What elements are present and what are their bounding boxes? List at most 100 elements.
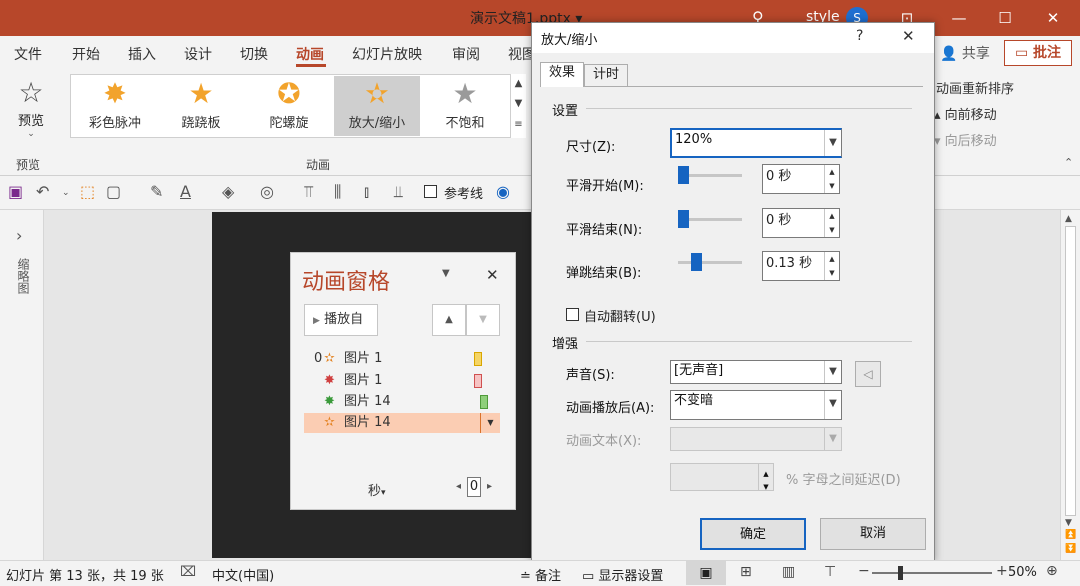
slide-info[interactable]: 幻灯片 第 13 张，共 19 张 (6, 565, 164, 584)
bounce-end-slider-track[interactable] (678, 261, 742, 264)
move-up-button[interactable]: ▲ (432, 304, 466, 336)
maximize-icon[interactable]: ☐ (982, 0, 1028, 36)
help-icon[interactable]: ? (856, 28, 863, 44)
accessibility-icon[interactable]: ⌧ (180, 564, 196, 580)
close-window-icon[interactable]: ✕ (1030, 0, 1076, 36)
shapes-icon[interactable]: ▢ (106, 182, 121, 201)
zoom-slider-thumb[interactable] (898, 566, 903, 580)
display-settings-button[interactable]: ▭ 显示器设置 (582, 565, 663, 584)
timeline-next-icon[interactable]: ▸ (487, 481, 492, 492)
save-icon[interactable]: ▣ (8, 182, 23, 201)
tab-effect[interactable]: 效果 (540, 62, 585, 87)
fill-color-icon[interactable]: ◈ (222, 182, 234, 201)
gallery-more-icon[interactable]: ≡ (511, 114, 526, 136)
sound-combo[interactable]: [无声音] ▼ (670, 360, 842, 384)
tab-transitions[interactable]: 切换 (240, 44, 268, 64)
preview-button[interactable]: ☆ 预览 ⌄ (8, 76, 54, 148)
gallery-item-teeter[interactable]: ★ 跷跷板 (158, 76, 244, 136)
language-label[interactable]: 中文(中国) (212, 565, 274, 584)
collapse-ribbon-icon[interactable]: ⌃ (1064, 156, 1073, 169)
smooth-start-slider-thumb[interactable] (678, 166, 689, 184)
tab-home[interactable]: 开始 (72, 44, 100, 64)
slideshow-icon[interactable]: ⊤ (824, 564, 836, 580)
tab-insert[interactable]: 插入 (128, 44, 156, 64)
ok-button[interactable]: 确定 (700, 518, 806, 550)
item-dropdown-icon[interactable]: ▼ (480, 413, 500, 433)
gallery-item-desaturate[interactable]: ★ 不饱和 (422, 76, 508, 136)
speaker-icon[interactable]: ◁ (855, 361, 881, 387)
spin-down-icon[interactable]: ▼ (824, 179, 839, 193)
move-earlier-button[interactable]: ▴ 向前移动 (934, 104, 997, 123)
animation-item[interactable]: ✸ 图片 14 (304, 392, 500, 412)
tab-timing[interactable]: 计时 (584, 64, 629, 86)
chevron-down-icon[interactable]: ▼ (824, 391, 841, 419)
zoom-out-icon[interactable]: − (858, 563, 870, 579)
tab-review[interactable]: 审阅 (452, 44, 480, 64)
gallery-up-icon[interactable]: ▲ (511, 74, 526, 94)
spin-down-icon[interactable]: ▼ (758, 477, 773, 491)
slide-sorter-icon[interactable]: ⊞ (740, 564, 752, 580)
scroll-thumb[interactable] (1065, 226, 1076, 516)
letter-delay-spinner[interactable]: ▲ ▼ (670, 463, 774, 491)
play-from-button[interactable]: ▶ 播放自 (304, 304, 378, 336)
after-animation-combo[interactable]: 不变暗 ▼ (670, 390, 842, 420)
select-icon[interactable]: ⬚ (80, 182, 95, 201)
move-down-button[interactable]: ▼ (466, 304, 500, 336)
smooth-end-slider-thumb[interactable] (678, 210, 689, 228)
gallery-item-color-pulse[interactable]: ✸ 彩色脉冲 (72, 76, 158, 136)
cancel-button[interactable]: 取消 (820, 518, 926, 550)
fit-slide-icon[interactable]: ⊕ (1046, 563, 1058, 579)
animate-text-combo[interactable]: ▼ (670, 427, 842, 451)
chevron-down-icon[interactable]: ▼ (824, 130, 841, 156)
normal-view-icon[interactable]: ▣ (686, 561, 726, 585)
zoom-level[interactable]: 50% (1008, 565, 1037, 580)
scroll-up-icon[interactable]: ▲ (1065, 214, 1072, 224)
zoom-in-icon[interactable]: + (996, 563, 1008, 579)
animation-item[interactable]: ✸ 图片 1 (304, 371, 500, 391)
vertical-scrollbar[interactable]: ▲ ▼ ⏫ ⏬ (1060, 210, 1080, 560)
spin-up-icon[interactable]: ▲ (824, 252, 839, 266)
tab-animations[interactable]: 动画 (296, 44, 324, 64)
font-color-icon[interactable]: A (180, 182, 191, 201)
close-icon[interactable]: ✕ (902, 27, 915, 45)
size-combo[interactable]: 120% ▼ (670, 128, 842, 158)
scroll-down-icon[interactable]: ▼ (1065, 518, 1072, 528)
comment-button[interactable]: ▭ 批注 (1004, 40, 1072, 66)
undo-icon[interactable]: ↶ (36, 182, 49, 201)
tab-file[interactable]: 文件 (14, 44, 42, 64)
zoom-slider-track[interactable] (872, 572, 992, 574)
reading-view-icon[interactable]: ▥ (782, 564, 795, 580)
next-slide-icon[interactable]: ⏬ (1065, 544, 1076, 554)
spin-down-icon[interactable]: ▼ (824, 223, 839, 237)
gallery-down-icon[interactable]: ▼ (511, 94, 526, 114)
pane-options-icon[interactable]: ▼ (442, 268, 450, 279)
chevron-down-icon[interactable]: ▼ (824, 428, 841, 450)
smooth-start-spinner[interactable]: 0 秒 ▲ ▼ (762, 164, 840, 194)
spin-up-icon[interactable]: ▲ (824, 209, 839, 223)
align-top-icon[interactable]: ⫪ (304, 182, 313, 202)
gallery-item-grow-shrink[interactable]: ✫ 放大/缩小 (334, 76, 420, 136)
expand-thumbnails-button[interactable]: › (16, 226, 22, 245)
seconds-menu[interactable]: 秒▾ (368, 480, 386, 499)
thumbnail-pane-label[interactable]: 缩略图 (12, 258, 32, 294)
share-button[interactable]: 👤 共享 (940, 42, 996, 66)
move-later-button[interactable]: ▾ 向后移动 (934, 130, 997, 149)
reference-line-checkbox[interactable] (424, 185, 437, 198)
tab-slideshow[interactable]: 幻灯片放映 (352, 44, 422, 64)
close-pane-icon[interactable]: ✕ (486, 266, 499, 284)
merge-shapes-icon[interactable]: ◎ (260, 182, 274, 201)
gallery-item-spin[interactable]: ✪ 陀螺旋 (246, 76, 332, 136)
align-bottom-icon[interactable]: ⫫ (394, 182, 403, 202)
chevron-down-icon[interactable]: ⌄ (62, 188, 70, 198)
bounce-end-slider-thumb[interactable] (691, 253, 702, 271)
minimize-icon[interactable]: — (936, 0, 982, 36)
gallery-scroll[interactable]: ▲ ▼ ≡ (510, 74, 526, 138)
animation-item-selected[interactable]: ✫ 图片 14 ▼ (304, 413, 500, 433)
spin-down-icon[interactable]: ▼ (824, 266, 839, 280)
distribute-icon[interactable]: ⫾ (364, 182, 369, 202)
notes-button[interactable]: ≐ 备注 (520, 565, 561, 584)
timeline-value[interactable]: 0 (467, 477, 481, 497)
align-middle-icon[interactable]: ⫼ (334, 182, 341, 202)
tab-design[interactable]: 设计 (184, 44, 212, 64)
timeline-prev-icon[interactable]: ◂ (456, 481, 461, 492)
